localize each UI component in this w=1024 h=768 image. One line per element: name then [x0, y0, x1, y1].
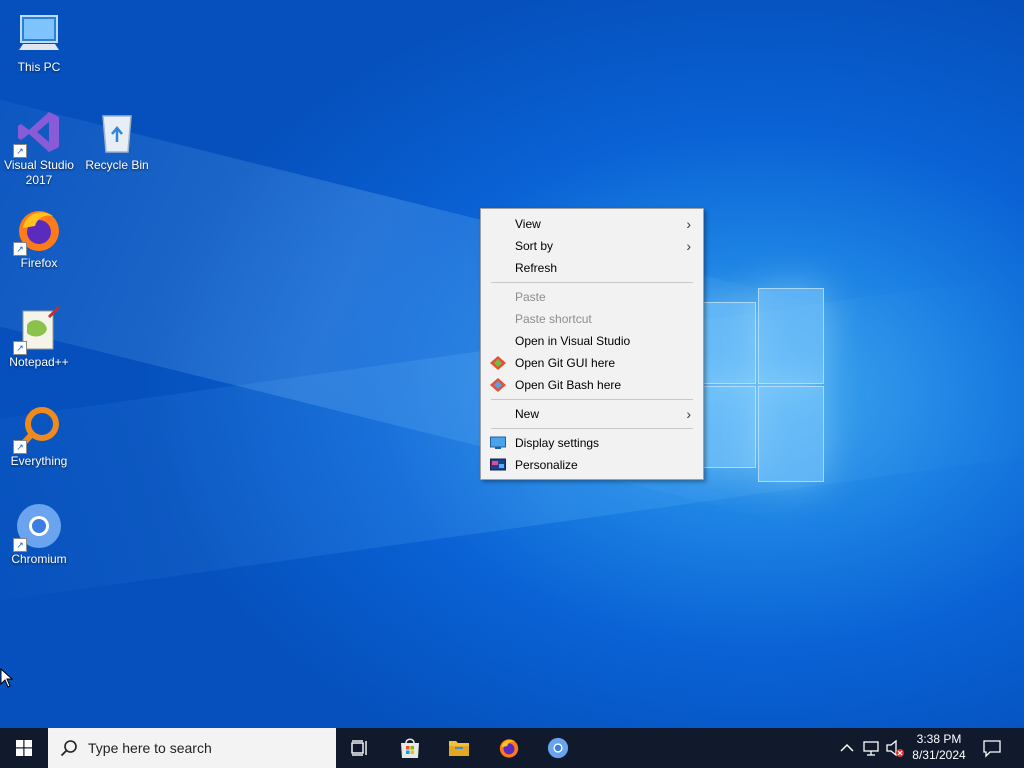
desktop-icon-this-pc[interactable]: This PC	[1, 10, 77, 75]
display-settings-icon	[490, 436, 506, 449]
search-placeholder: Type here to search	[88, 740, 212, 756]
chromium-icon: ↗	[13, 502, 63, 552]
taskbar-chromium[interactable]	[534, 728, 582, 768]
volume-muted-icon[interactable]	[885, 738, 905, 758]
task-view-button[interactable]	[336, 728, 384, 768]
desktop-icon-visual-studio[interactable]: ↗ Visual Studio 2017	[1, 108, 77, 188]
desktop-icon-label: Firefox	[20, 256, 58, 270]
firefox-icon: ↗	[13, 206, 63, 256]
menu-item-personalize[interactable]: Personalize	[481, 454, 703, 476]
desktop-icon-chromium[interactable]: ↗ Chromium	[1, 502, 77, 567]
menu-item-label: Sort by	[515, 239, 554, 253]
menu-item-label: View	[515, 217, 541, 231]
menu-item-sort-by[interactable]: Sort by ›	[481, 235, 703, 257]
git-bash-icon	[490, 378, 506, 392]
menu-separator	[491, 428, 693, 429]
desktop-icon-label: This PC	[17, 60, 61, 74]
menu-item-label: Display settings	[515, 436, 600, 450]
search-icon	[60, 740, 77, 757]
shortcut-arrow-icon: ↗	[13, 440, 27, 454]
chevron-up-icon[interactable]	[837, 738, 857, 758]
taskbar-microsoft-store[interactable]	[386, 728, 434, 768]
taskbar-search-box[interactable]: Type here to search	[48, 728, 336, 768]
menu-item-label: New	[515, 407, 540, 421]
menu-item-label: Paste shortcut	[515, 312, 592, 326]
desktop-icon-recycle-bin[interactable]: Recycle Bin	[79, 108, 155, 173]
desktop-context-menu: View › Sort by › Refresh Paste Paste sho…	[480, 208, 704, 480]
firefox-icon	[499, 739, 519, 758]
menu-item-label: Open in Visual Studio	[515, 334, 631, 348]
network-icon[interactable]	[861, 738, 881, 758]
menu-separator	[491, 399, 693, 400]
menu-item-refresh[interactable]: Refresh	[481, 257, 703, 279]
this-pc-icon	[15, 10, 63, 58]
chevron-right-icon: ›	[686, 216, 691, 232]
menu-item-paste: Paste	[481, 286, 703, 308]
menu-item-label: Paste	[515, 290, 546, 304]
windows-start-icon	[16, 740, 32, 756]
menu-item-paste-shortcut: Paste shortcut	[481, 308, 703, 330]
shortcut-arrow-icon: ↗	[13, 538, 27, 552]
menu-item-open-git-gui[interactable]: Open Git GUI here	[481, 352, 703, 374]
desktop-icon-label: Everything	[10, 454, 68, 468]
visual-studio-icon: ↗	[13, 108, 63, 158]
desktop-icon-firefox[interactable]: ↗ Firefox	[1, 206, 77, 271]
taskbar-file-explorer[interactable]	[435, 728, 483, 768]
chromium-icon	[547, 737, 569, 759]
mouse-cursor-icon	[0, 668, 14, 688]
file-explorer-icon	[449, 741, 469, 756]
shortcut-arrow-icon: ↗	[13, 341, 27, 355]
desktop-icon-label: Visual Studio 2017	[4, 158, 74, 187]
task-view-icon	[351, 740, 367, 756]
menu-item-new[interactable]: New ›	[481, 403, 703, 425]
menu-item-label: Open Git Bash here	[515, 378, 622, 392]
git-gui-icon	[490, 356, 506, 370]
chevron-right-icon: ›	[686, 238, 691, 254]
start-button[interactable]	[0, 728, 48, 768]
menu-item-label: Personalize	[515, 458, 578, 472]
clock-time: 3:38 PM	[916, 732, 962, 746]
taskbar-firefox[interactable]	[485, 728, 533, 768]
everything-icon: ↗	[13, 404, 63, 454]
microsoft-store-icon	[401, 738, 419, 758]
menu-item-display-settings[interactable]: Display settings	[481, 432, 703, 454]
personalize-icon	[490, 458, 506, 471]
recycle-bin-icon	[93, 108, 141, 156]
menu-item-open-in-visual-studio[interactable]: Open in Visual Studio	[481, 330, 703, 352]
menu-item-open-git-bash[interactable]: Open Git Bash here	[481, 374, 703, 396]
windows-wallpaper-logo	[700, 288, 825, 482]
desktop-icon-label: Recycle Bin	[85, 158, 149, 172]
notepad-plus-plus-icon: ↗	[13, 305, 63, 355]
desktop-icon-everything[interactable]: ↗ Everything	[1, 404, 77, 469]
menu-item-view[interactable]: View ›	[481, 213, 703, 235]
taskbar-clock[interactable]: 3:38 PM 8/31/2024	[904, 731, 974, 763]
desktop-icon-label: Notepad++	[9, 355, 69, 369]
desktop-icon-notepad-plus-plus[interactable]: ↗ Notepad++	[1, 305, 77, 370]
menu-item-label: Open Git GUI here	[515, 356, 616, 370]
menu-item-label: Refresh	[515, 261, 558, 275]
taskbar: Type here to search 3:38 PM 8/31/2024	[0, 728, 1024, 768]
action-center-icon[interactable]	[982, 738, 1002, 758]
desktop-icon-label: Chromium	[11, 552, 67, 566]
shortcut-arrow-icon: ↗	[13, 242, 27, 256]
shortcut-arrow-icon: ↗	[13, 144, 27, 158]
chevron-right-icon: ›	[686, 406, 691, 422]
menu-separator	[491, 282, 693, 283]
clock-date: 8/31/2024	[912, 748, 966, 762]
